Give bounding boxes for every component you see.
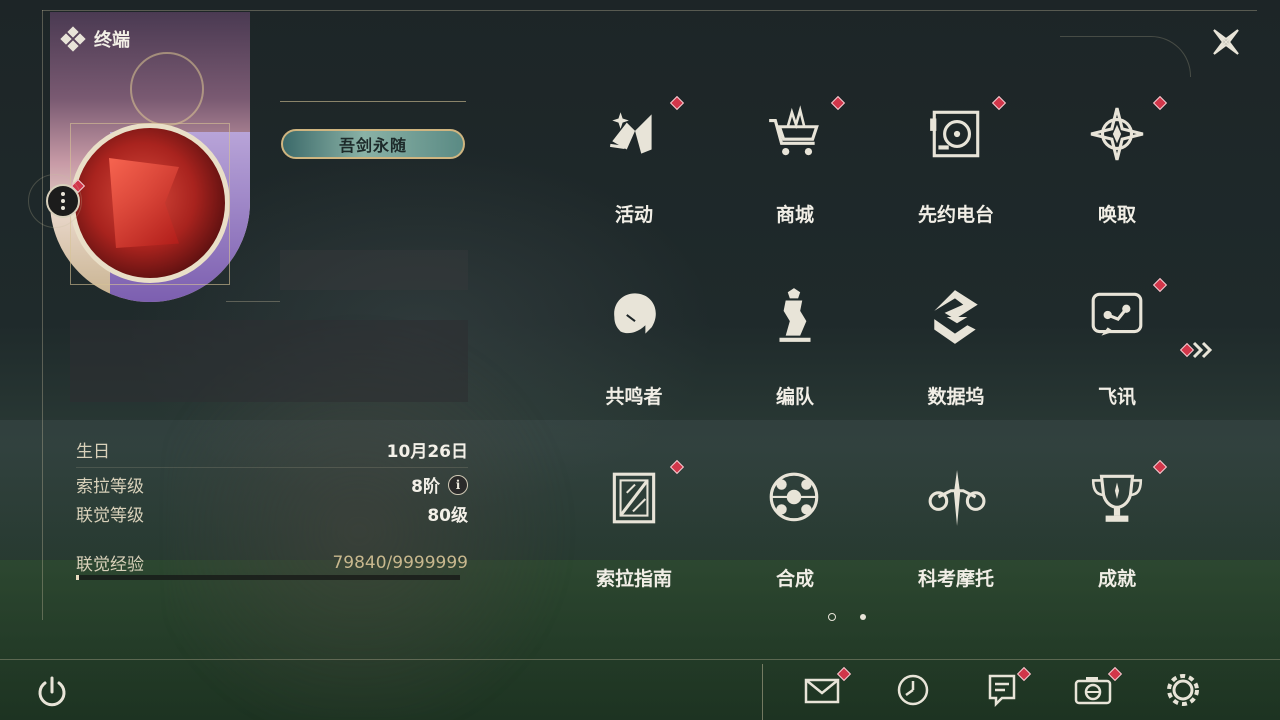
menu-item-badge bbox=[669, 459, 685, 475]
stat-divider bbox=[76, 467, 468, 468]
resonator-icon bbox=[604, 286, 664, 346]
close-icon bbox=[1213, 29, 1239, 55]
clock-icon bbox=[897, 674, 929, 706]
union-exp-bar bbox=[76, 575, 460, 580]
menu-item-message[interactable]: 飞讯 bbox=[1037, 252, 1197, 434]
close-button[interactable] bbox=[1208, 24, 1244, 60]
more-options-button[interactable] bbox=[46, 184, 80, 218]
power-icon bbox=[38, 676, 66, 707]
radio-icon bbox=[926, 104, 986, 164]
sola-level-value-wrap: 8阶 i bbox=[411, 472, 468, 497]
menu-item-label: 共鸣者 bbox=[605, 386, 663, 408]
menu-item-label: 编队 bbox=[775, 386, 814, 408]
birthday-row: 生日 10月26日 bbox=[76, 437, 468, 462]
plate-divider bbox=[280, 101, 466, 102]
menu-item-data-bank[interactable]: 数据坞 bbox=[876, 252, 1036, 434]
menu-grid: 活动 商城 先约电台 唤取共鸣者 编队 数据坞 飞讯索拉指南 合成 科考摩托 成就 bbox=[554, 70, 1194, 610]
menu-item-event[interactable]: 活动 bbox=[554, 70, 714, 252]
union-exp-label: 联觉经验 bbox=[76, 555, 144, 575]
sola-level-value: 8阶 bbox=[411, 477, 440, 497]
clock-button[interactable] bbox=[891, 668, 935, 712]
bottom-bar-separator bbox=[762, 664, 763, 720]
birthday-label: 生日 bbox=[76, 442, 110, 462]
info-icon[interactable]: i bbox=[448, 474, 468, 495]
profile-divider bbox=[226, 301, 280, 302]
motorcycle-icon bbox=[926, 468, 986, 528]
convene-icon bbox=[1087, 104, 1147, 164]
banner-moon-ornament bbox=[130, 52, 204, 126]
title-plate[interactable]: 吾剑永随 bbox=[281, 129, 465, 159]
sola-level-label: 索拉等级 bbox=[76, 477, 144, 497]
more-dot bbox=[61, 206, 65, 210]
avatar-frame bbox=[70, 123, 230, 285]
terminal-logo-icon bbox=[60, 26, 86, 52]
menu-item-guidebook[interactable]: 索拉指南 bbox=[554, 434, 714, 616]
menu-item-label: 成就 bbox=[1097, 568, 1136, 590]
sola-level-row: 索拉等级 8阶 i bbox=[76, 472, 468, 497]
bottom-bar-line bbox=[0, 659, 1280, 660]
page-title: 终端 bbox=[94, 30, 130, 51]
more-dot bbox=[61, 192, 65, 196]
page-indicator bbox=[828, 613, 866, 621]
menu-item-label: 数据坞 bbox=[927, 386, 985, 408]
title-plate-label: 吾剑永随 bbox=[338, 136, 407, 155]
menu-item-motorcycle[interactable]: 科考摩托 bbox=[876, 434, 1036, 616]
menu-item-label: 科考摩托 bbox=[917, 568, 994, 590]
union-level-value: 80级 bbox=[427, 506, 468, 526]
guidebook-icon bbox=[604, 468, 664, 528]
menu-item-label: 索拉指南 bbox=[595, 568, 672, 590]
menu-item-badge bbox=[830, 95, 846, 111]
synthesis-icon bbox=[765, 468, 825, 528]
union-level-label: 联觉等级 bbox=[76, 506, 144, 526]
menu-item-resonator[interactable]: 共鸣者 bbox=[554, 252, 714, 434]
chevron-double-right-icon bbox=[1192, 341, 1213, 359]
union-level-row: 联觉等级 80级 bbox=[76, 501, 468, 526]
menu-item-achievement[interactable]: 成就 bbox=[1037, 434, 1197, 616]
page-dot-1[interactable] bbox=[828, 613, 836, 621]
menu-item-convene[interactable]: 唤取 bbox=[1037, 70, 1197, 252]
message-icon bbox=[1087, 286, 1147, 346]
page-dot-2[interactable] bbox=[860, 614, 866, 620]
menu-item-label: 飞讯 bbox=[1097, 386, 1136, 408]
shop-icon bbox=[765, 104, 825, 164]
menu-item-label: 商城 bbox=[775, 204, 814, 226]
menu-item-label: 唤取 bbox=[1097, 204, 1136, 226]
signature-blurred bbox=[70, 320, 468, 402]
menu-item-label: 合成 bbox=[775, 568, 814, 590]
birthday-value: 10月26日 bbox=[386, 442, 468, 462]
menu-item-label: 先约电台 bbox=[917, 204, 994, 226]
event-icon bbox=[604, 104, 664, 164]
data-bank-icon bbox=[926, 286, 986, 346]
achievement-icon bbox=[1087, 468, 1147, 528]
power-button[interactable] bbox=[32, 672, 72, 712]
union-exp-value: 79840/9999999 bbox=[332, 552, 468, 573]
player-name-blurred bbox=[280, 250, 468, 290]
menu-item-badge bbox=[1152, 459, 1168, 475]
menu-item-shop[interactable]: 商城 bbox=[715, 70, 875, 252]
menu-item-badge bbox=[669, 95, 685, 111]
menu-item-synthesis[interactable]: 合成 bbox=[715, 434, 875, 616]
team-icon bbox=[765, 286, 825, 346]
menu-item-badge bbox=[991, 95, 1007, 111]
frame-line-top bbox=[42, 10, 1257, 11]
frame-line-left bbox=[42, 10, 43, 620]
settings-button[interactable] bbox=[1161, 668, 1205, 712]
more-dot bbox=[61, 199, 65, 203]
header: 终端 bbox=[60, 26, 130, 52]
menu-item-team[interactable]: 编队 bbox=[715, 252, 875, 434]
union-exp-bar-fill bbox=[76, 575, 80, 580]
menu-item-label: 活动 bbox=[614, 204, 653, 226]
union-exp-row: 联觉经验 79840/9999999 bbox=[76, 550, 468, 576]
next-page-button[interactable] bbox=[1180, 340, 1220, 360]
menu-item-radio[interactable]: 先约电台 bbox=[876, 70, 1036, 252]
menu-item-badge bbox=[1152, 95, 1168, 111]
menu-item-badge bbox=[1152, 277, 1168, 293]
settings-icon bbox=[1167, 674, 1199, 706]
